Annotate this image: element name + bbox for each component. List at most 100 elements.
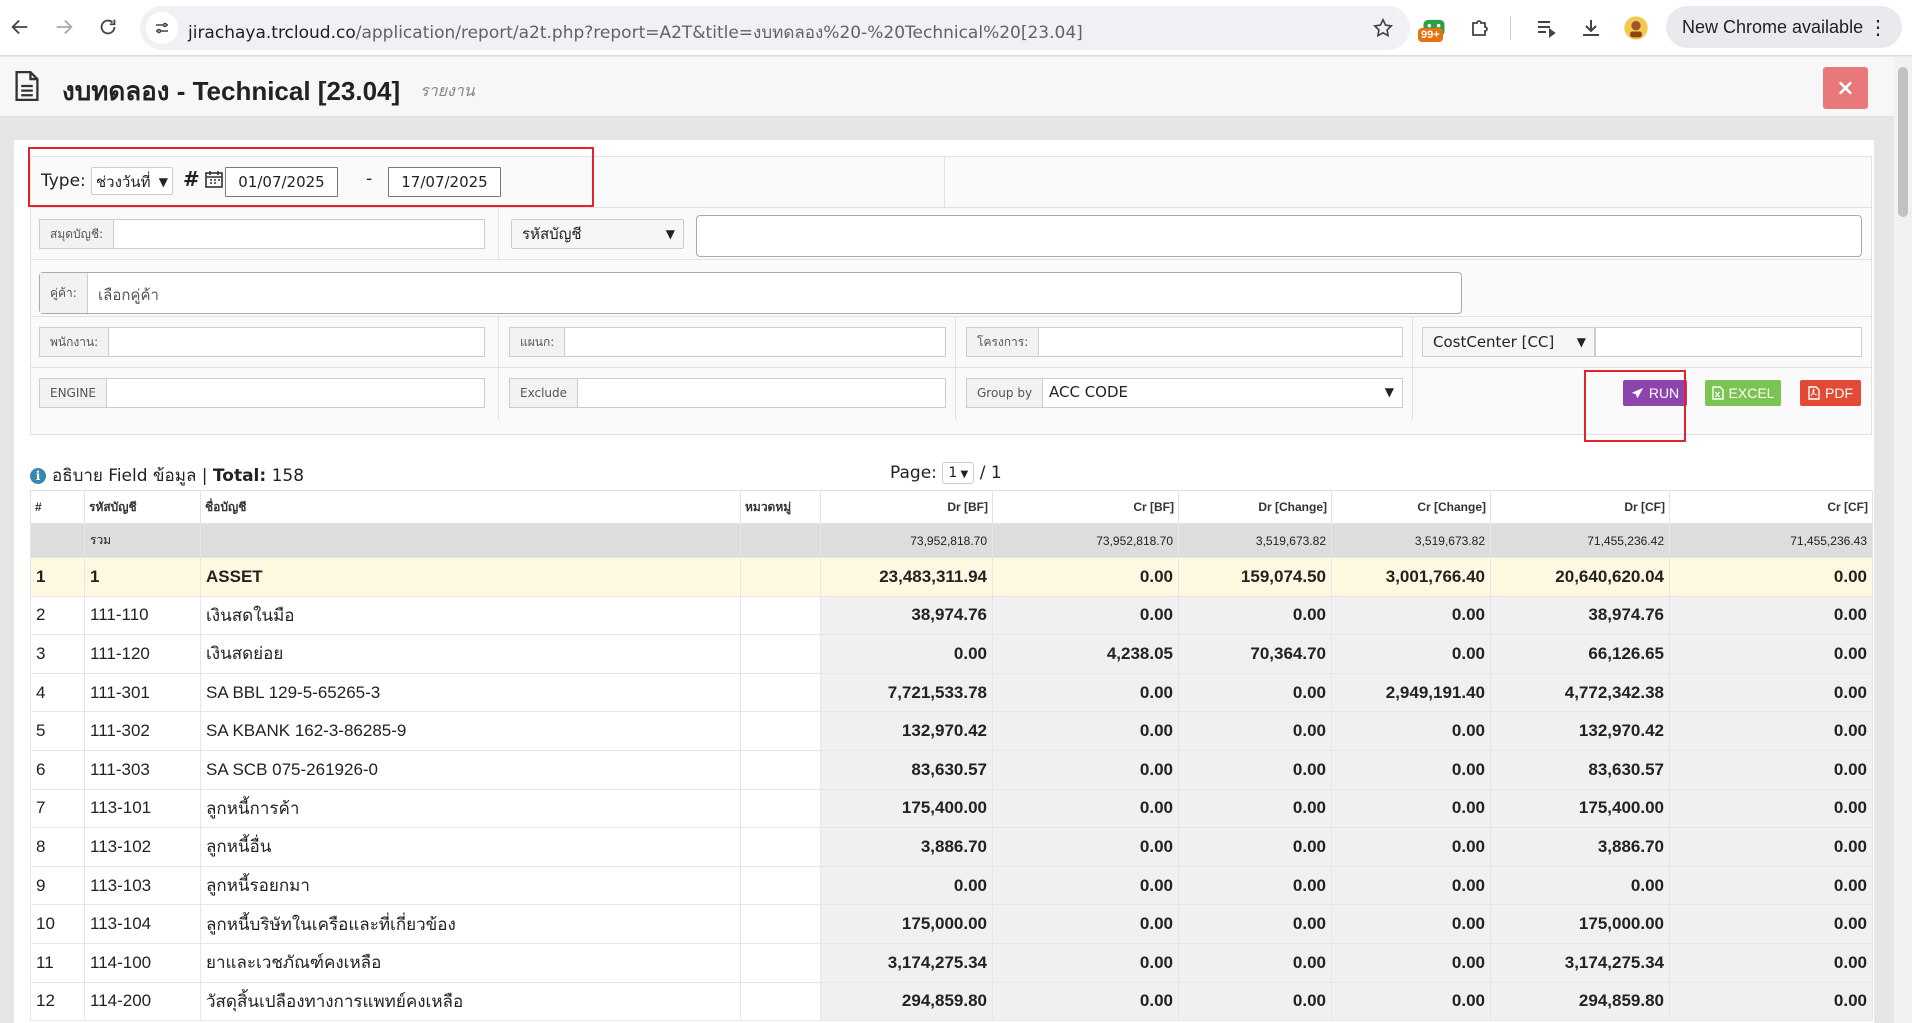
- col-header[interactable]: Cr [BF]: [992, 490, 1179, 524]
- total-row[interactable]: รวม 73,952,818.70 73,952,818.70 3,519,673.8…: [30, 523, 1873, 558]
- table-cell: 0.00: [992, 595, 1179, 636]
- table-cell: 23,483,311.94: [820, 557, 993, 597]
- engine-cell: ENGINE: [31, 368, 499, 420]
- table-cell: 3,886.70: [1490, 827, 1670, 867]
- table-row[interactable]: 5 111-302 SA KBANK 162-3-86285-9 132,970.42…: [30, 711, 1873, 751]
- table-row[interactable]: 10 113-104 ลูกหนี้บริษัทในเครือและที่เกี่ย…: [30, 904, 1873, 944]
- site-info-button[interactable]: [146, 12, 178, 44]
- table-cell: [200, 523, 741, 558]
- employee-field[interactable]: พนักงาน:: [39, 327, 485, 357]
- table-cell: 294,859.80: [820, 981, 993, 1022]
- table-cell: 0.00: [992, 557, 1179, 597]
- url-path: /application/report/a2t.php?report=A2T&t…: [355, 23, 1083, 43]
- bookmark-star-icon[interactable]: [1372, 17, 1394, 43]
- table-cell: 175,000.00: [1490, 904, 1670, 944]
- excel-button[interactable]: EXCEL: [1705, 380, 1781, 406]
- col-header[interactable]: Dr [Change]: [1178, 490, 1332, 524]
- col-header[interactable]: #: [30, 490, 85, 524]
- table-cell: 132,970.42: [820, 711, 993, 751]
- close-button[interactable]: ×: [1823, 67, 1868, 109]
- col-header[interactable]: Dr [CF]: [1490, 490, 1670, 524]
- table-row[interactable]: 1 1 ASSET 23,483,311.94 0.00 159,074.50 3,001,…: [30, 557, 1873, 597]
- table-cell: 0.00: [1331, 904, 1491, 944]
- table-cell: 10: [30, 904, 85, 944]
- table-cell: 113-102: [84, 827, 201, 867]
- back-button[interactable]: [2, 9, 38, 45]
- col-header[interactable]: Cr [CF]: [1669, 490, 1873, 524]
- table-cell: 83,630.57: [1490, 749, 1670, 790]
- table-cell: 38,974.76: [1490, 595, 1670, 636]
- table-cell: 3,174,275.34: [820, 942, 993, 983]
- table-row[interactable]: 7 113-101 ลูกหนี้การค้า 175,400.00 0.00 0.00 0…: [30, 788, 1873, 829]
- chrome-update-button[interactable]: New Chrome available ⋮: [1666, 6, 1902, 48]
- profile-avatar-icon[interactable]: [1620, 12, 1652, 44]
- pdf-button[interactable]: PDF: [1800, 380, 1861, 406]
- groupby-label: Group by: [967, 379, 1044, 407]
- forward-button[interactable]: [46, 9, 82, 45]
- table-row[interactable]: 3 111-120 เงินสดย่อย 0.00 4,238.05 70,364.70 0…: [30, 634, 1873, 674]
- table-cell: 5: [30, 711, 85, 751]
- exclude-field[interactable]: Exclude: [509, 378, 946, 408]
- chevron-down-icon: ▼: [1576, 335, 1586, 349]
- table-cell: [740, 865, 821, 906]
- table-row[interactable]: 11 114-100 ยาและเวชภัณฑ์คงเหลือ 3,174,275.3…: [30, 942, 1873, 983]
- book-field[interactable]: สมุดบัญชี:: [39, 219, 485, 249]
- field-description-link[interactable]: อธิบาย Field ข้อมูล |: [52, 466, 213, 486]
- table-row[interactable]: 2 111-110 เงินสดในมือ 38,974.76 0.00 0.00 0.00…: [30, 595, 1873, 636]
- engine-field[interactable]: ENGINE: [39, 378, 485, 408]
- table-cell: [740, 981, 821, 1022]
- table-cell: ลูกหนี้การค้า: [200, 788, 741, 829]
- table-row[interactable]: 9 113-103 ลูกหนี้รอยกมา 0.00 0.00 0.00 0.00 0.0…: [30, 865, 1873, 906]
- puzzle-icon[interactable]: [1464, 12, 1496, 44]
- table-cell: 175,000.00: [820, 904, 993, 944]
- pdf-label: PDF: [1825, 385, 1853, 401]
- page-select[interactable]: 1 ▼: [942, 462, 975, 484]
- table-cell: 73,952,818.70: [992, 523, 1179, 558]
- partner-field[interactable]: คู่ค้า: เลือกคู่ค้า: [39, 272, 1462, 314]
- department-cell: แผนก:: [499, 317, 956, 367]
- col-header[interactable]: หมวดหมู่: [740, 490, 821, 524]
- table-cell: 0.00: [992, 904, 1179, 944]
- address-bar[interactable]: jirachaya.trcloud.co/application/report/…: [140, 6, 1410, 50]
- table-cell: 0.00: [820, 865, 993, 906]
- table-cell: 0.00: [1669, 672, 1873, 713]
- project-field[interactable]: โครงการ:: [966, 327, 1403, 357]
- page-scrollbar[interactable]: [1894, 57, 1912, 1023]
- table-cell: 83,630.57: [820, 749, 993, 790]
- table-body: รวม 73,952,818.70 73,952,818.70 3,519,673.8…: [30, 523, 1873, 1022]
- scrollbar-thumb[interactable]: [1898, 67, 1908, 217]
- reload-icon: [100, 19, 116, 35]
- table-cell: วัสดุสิ้นเปลืองทางการแพทย์คงเหลือ: [200, 981, 741, 1022]
- media-queue-icon[interactable]: [1530, 12, 1562, 44]
- account-code-input[interactable]: [696, 215, 1862, 257]
- more-menu-icon[interactable]: ⋮: [1868, 15, 1888, 40]
- table-row[interactable]: 6 111-303 SA SCB 075-261926-0 83,630.57 0.00…: [30, 749, 1873, 790]
- col-header[interactable]: ชื่อบัญชี: [200, 490, 741, 524]
- table-cell: 0.00: [992, 981, 1179, 1022]
- table-row[interactable]: 12 114-200 วัสดุสิ้นเปลืองทางการแพทย์คงเหล…: [30, 981, 1873, 1022]
- download-icon[interactable]: [1575, 12, 1607, 44]
- info-icon[interactable]: i: [30, 468, 46, 484]
- table-row[interactable]: 4 111-301 SA BBL 129-5-65265-3 7,721,533.78…: [30, 672, 1873, 713]
- exclude-label: Exclude: [510, 379, 579, 407]
- table-cell: 0.00: [1669, 865, 1873, 906]
- table-cell: [740, 711, 821, 751]
- table-row[interactable]: 8 113-102 ลูกหนี้อื่น 3,886.70 0.00 0.00 0.00 3…: [30, 827, 1873, 867]
- costcenter-input[interactable]: [1595, 327, 1862, 357]
- costcenter-select[interactable]: CostCenter [CC] ▼: [1422, 327, 1595, 357]
- table-cell: 20,640,620.04: [1490, 557, 1670, 597]
- account-code-select[interactable]: รหัสบัญชี ▼: [511, 219, 684, 249]
- table-cell: [740, 904, 821, 944]
- reload-button[interactable]: [90, 9, 126, 45]
- col-header[interactable]: Cr [Change]: [1331, 490, 1491, 524]
- groupby-field[interactable]: Group by ACC CODE ▼: [966, 378, 1403, 408]
- col-header[interactable]: Dr [BF]: [820, 490, 993, 524]
- table-cell: 0.00: [1178, 672, 1332, 713]
- url-text[interactable]: jirachaya.trcloud.co/application/report/…: [188, 19, 1083, 46]
- col-header[interactable]: รหัสบัญชี: [84, 490, 201, 524]
- table-cell: 0.00: [1178, 865, 1332, 906]
- department-field[interactable]: แผนก:: [509, 327, 946, 357]
- table-cell: [740, 942, 821, 983]
- table-cell: 66,126.65: [1490, 634, 1670, 674]
- table-cell: 12: [30, 981, 85, 1022]
